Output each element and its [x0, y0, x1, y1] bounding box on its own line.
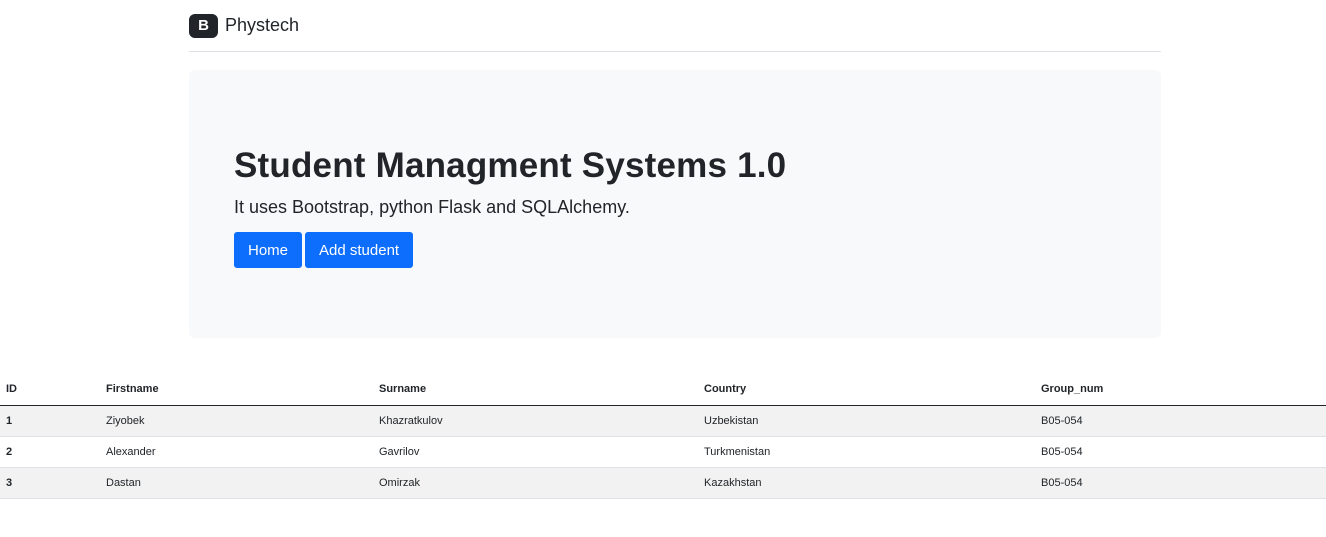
cell-group-num: B05-054	[1035, 467, 1326, 499]
bootstrap-logo-icon: B	[189, 13, 218, 38]
navbar: B Phystech	[189, 0, 1161, 52]
brand-name: Phystech	[225, 15, 300, 35]
column-header-firstname: Firstname	[100, 374, 373, 406]
hero-jumbotron: Student Managment Systems 1.0 It uses Bo…	[189, 70, 1161, 338]
table-header-row: ID Firstname Surname Country Group_num	[0, 374, 1326, 406]
students-table: ID Firstname Surname Country Group_num 1…	[0, 374, 1326, 499]
hero-lead: It uses Bootstrap, python Flask and SQLA…	[234, 197, 630, 217]
column-header-surname: Surname	[373, 374, 698, 406]
cell-group-num: B05-054	[1035, 436, 1326, 468]
cell-firstname: Dastan	[100, 467, 373, 499]
cell-id: 1	[0, 405, 100, 437]
hero-buttons: Home Add student	[234, 232, 1116, 268]
column-header-group-num: Group_num	[1035, 374, 1326, 406]
cell-surname: Khazratkulov	[373, 405, 698, 437]
cell-country: Turkmenistan	[698, 436, 1035, 468]
cell-country: Uzbekistan	[698, 405, 1035, 437]
table-row: 3 Dastan Omirzak Kazakhstan B05-054	[0, 467, 1326, 499]
home-button[interactable]: Home	[234, 232, 303, 268]
column-header-country: Country	[698, 374, 1035, 406]
cell-firstname: Alexander	[100, 436, 373, 468]
brand-link[interactable]: B Phystech	[189, 13, 300, 38]
column-header-id: ID	[0, 374, 100, 406]
cell-country: Kazakhstan	[698, 467, 1035, 499]
table-row: 2 Alexander Gavrilov Turkmenistan B05-05…	[0, 436, 1326, 468]
cell-id: 3	[0, 467, 100, 499]
add-student-button[interactable]: Add student	[305, 232, 414, 268]
table-row: 1 Ziyobek Khazratkulov Uzbekistan B05-05…	[0, 405, 1326, 437]
cell-surname: Omirzak	[373, 467, 698, 499]
cell-group-num: B05-054	[1035, 405, 1326, 437]
page-title: Student Managment Systems 1.0	[234, 146, 787, 185]
cell-id: 2	[0, 436, 100, 468]
cell-surname: Gavrilov	[373, 436, 698, 468]
cell-firstname: Ziyobek	[100, 405, 373, 437]
